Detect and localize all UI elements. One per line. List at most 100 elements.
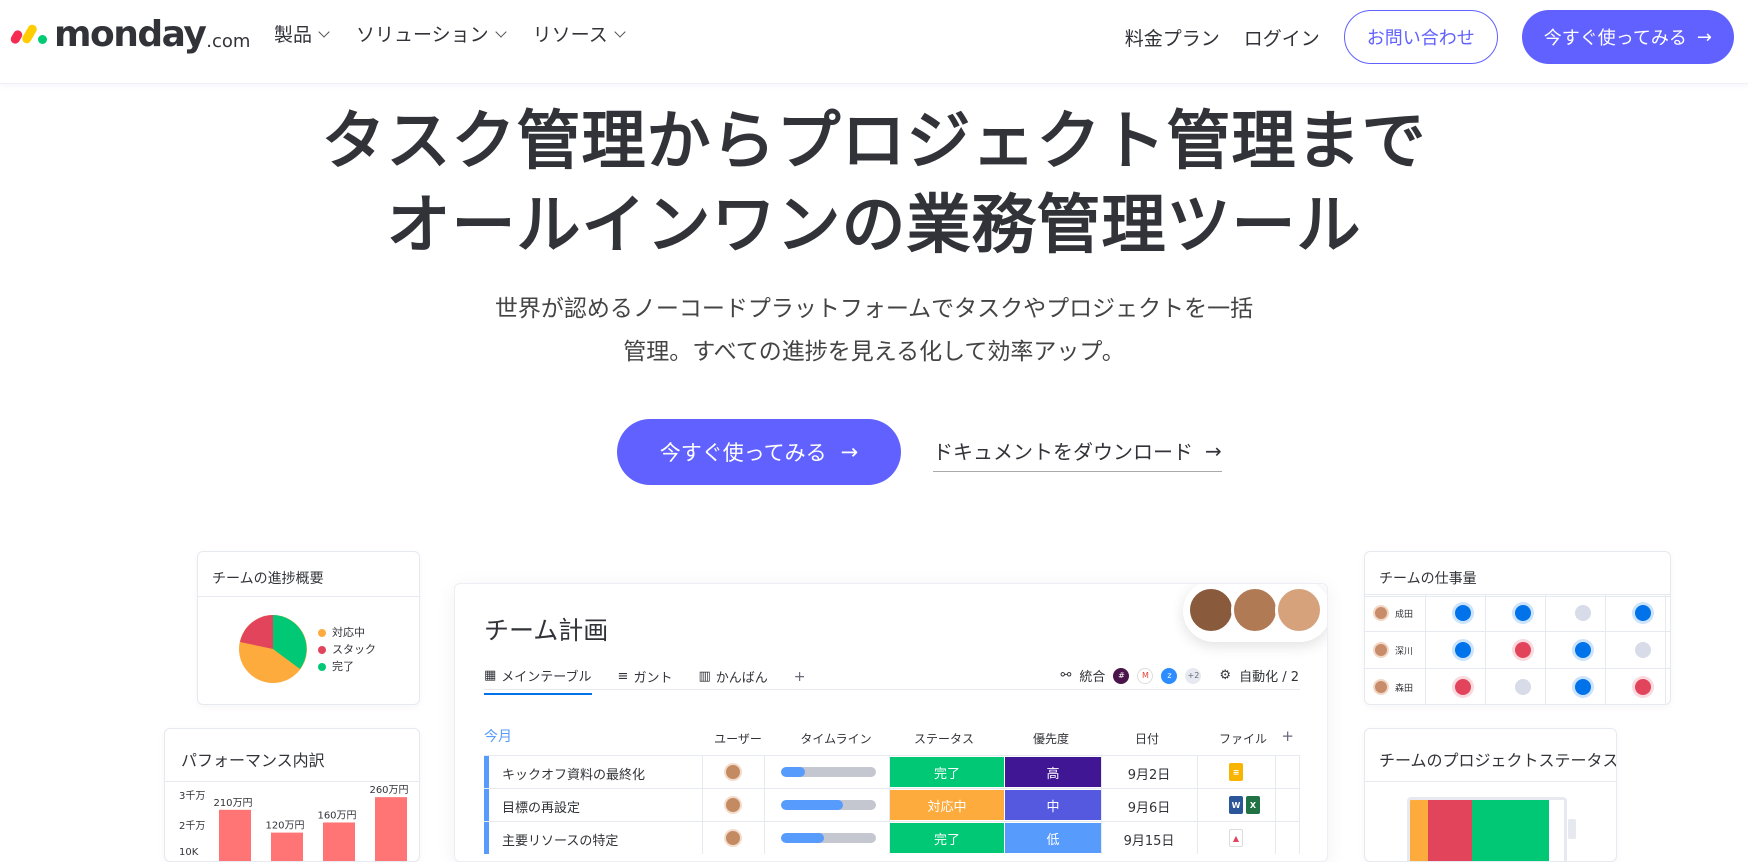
- column-header: ステータス: [913, 732, 974, 746]
- board-tools: ⚯ 統合 # M z +2 ⚙ 自動化 / 2: [1061, 666, 1299, 685]
- team-plan-board: チーム計画 ▦ メインテーブル ≡ ガント ▥ かんばん + ⚯ 統合 # M z +…: [454, 583, 1328, 862]
- workload-row: 深川: [1365, 631, 1670, 669]
- hero-headline-line2: オールインワンの業務管理ツール: [386, 189, 1362, 263]
- column-header: 日付: [1134, 732, 1159, 746]
- group-label[interactable]: 今月: [484, 726, 512, 746]
- workload-status-dot[interactable]: [1515, 642, 1531, 658]
- group-color-bar: [484, 822, 489, 854]
- bar-data-label: 260万円: [369, 785, 408, 796]
- workload-status-dot[interactable]: [1515, 605, 1531, 621]
- cell-divider: [702, 822, 703, 854]
- file-icon[interactable]: ≡: [1229, 763, 1243, 781]
- priority-pill[interactable]: 高: [1005, 757, 1101, 787]
- file-icon[interactable]: W: [1229, 796, 1243, 814]
- menu-products-label: 製品: [274, 24, 313, 46]
- logo-mark-icon: [9, 23, 47, 46]
- priority-pill[interactable]: 中: [1005, 790, 1101, 820]
- y-tick-label: 2千万: [179, 820, 205, 832]
- automate-button[interactable]: 自動化 / 2: [1239, 666, 1299, 685]
- workload-user-name: 成田: [1395, 609, 1414, 620]
- workload-status-dot[interactable]: [1575, 642, 1591, 658]
- contact-button[interactable]: お問い合わせ: [1343, 10, 1498, 64]
- workload-status-dot[interactable]: [1635, 679, 1651, 695]
- tab-main-table[interactable]: ▦ メインテーブル: [484, 666, 592, 695]
- file-icon[interactable]: ▲: [1229, 829, 1243, 847]
- get-started-label: 今すぐ使ってみる: [1543, 28, 1687, 49]
- bar: [375, 797, 407, 861]
- cell-divider: [1425, 595, 1426, 632]
- zoom-icon: z: [1161, 667, 1178, 684]
- avatar[interactable]: [724, 829, 742, 847]
- bar-data-label: 160万円: [317, 810, 356, 821]
- add-column-button[interactable]: +: [1281, 727, 1294, 745]
- hero-cta-button[interactable]: 今すぐ使ってみる →: [617, 419, 901, 485]
- priority-pill[interactable]: 低: [1005, 823, 1101, 853]
- menu-resources[interactable]: リソース: [532, 20, 626, 47]
- status-pill[interactable]: 対応中: [890, 790, 1004, 820]
- monday-logo[interactable]: monday .com: [9, 12, 250, 56]
- task-name[interactable]: キックオフ資料の最終化: [502, 764, 645, 783]
- tab-label: ガント: [633, 671, 673, 686]
- legend-dot: [318, 628, 326, 637]
- table-row[interactable]: 目標の再設定 対応中中 9月6日 W X: [484, 788, 1300, 821]
- workload-status-dot[interactable]: [1455, 605, 1471, 621]
- menu-solutions[interactable]: ソリューション: [356, 20, 507, 47]
- status-battery-bar: [1407, 797, 1567, 861]
- board-title: チーム計画: [484, 616, 609, 645]
- workload-status-dot[interactable]: [1515, 679, 1531, 695]
- cell-divider: [1605, 595, 1606, 632]
- timeline-bar[interactable]: [781, 767, 876, 777]
- get-started-button[interactable]: 今すぐ使ってみる →: [1521, 10, 1734, 64]
- cell-divider: [764, 756, 765, 788]
- integrate-button[interactable]: 統合: [1079, 666, 1105, 685]
- legend-label: 対応中: [332, 626, 365, 639]
- date-cell[interactable]: 9月2日: [1101, 764, 1197, 783]
- project-status-card: チームのプロジェクトステータス: [1364, 728, 1617, 862]
- timeline-bar[interactable]: [781, 833, 876, 843]
- cell-divider: [1275, 756, 1276, 788]
- workload-status-dot[interactable]: [1455, 642, 1471, 658]
- workload-status-dot[interactable]: [1455, 679, 1471, 695]
- avatar: [1373, 679, 1389, 695]
- pricing-link[interactable]: 料金プラン: [1125, 24, 1220, 51]
- avatar[interactable]: [724, 796, 742, 814]
- workload-status-dot[interactable]: [1635, 642, 1651, 658]
- task-name[interactable]: 主要リソースの特定: [502, 830, 618, 849]
- hero-subtitle-line2: 管理。すべての進捗を見える化して効率アップ。: [623, 339, 1125, 365]
- timeline-bar[interactable]: [781, 800, 876, 810]
- performance-bar-chart: 3千万 2千万 10K 210万円 120万円 160万円 260万円: [179, 785, 409, 861]
- status-pill[interactable]: 完了: [890, 823, 1004, 853]
- legend-dot: [318, 662, 326, 671]
- task-name[interactable]: 目標の再設定: [502, 797, 580, 816]
- table-row[interactable]: キックオフ資料の最終化 完了高 9月2日 ≡: [484, 755, 1300, 788]
- file-icon[interactable]: X: [1246, 796, 1260, 814]
- top-navbar: monday .com 製品 ソリューション リソース 料金プラン ログイン お…: [0, 0, 1748, 84]
- board-tabs: ▦ メインテーブル ≡ ガント ▥ かんばん +: [484, 666, 806, 695]
- date-cell[interactable]: 9月6日: [1101, 797, 1197, 816]
- workload-status-dot[interactable]: [1635, 605, 1651, 621]
- download-doc-link[interactable]: ドキュメントをダウンロード →: [933, 436, 1222, 472]
- status-pill[interactable]: 完了: [890, 757, 1004, 787]
- download-doc-label: ドキュメントをダウンロード: [933, 440, 1193, 464]
- avatar[interactable]: [724, 763, 742, 781]
- menu-products[interactable]: 製品: [274, 20, 330, 47]
- tab-kanban[interactable]: ▥ かんばん: [698, 666, 767, 695]
- workload-status-dot[interactable]: [1575, 605, 1591, 621]
- menu-resources-label: リソース: [532, 24, 608, 46]
- cell-divider: [1485, 595, 1486, 632]
- gantt-icon: ≡: [617, 669, 629, 684]
- cell-divider: [1299, 822, 1300, 854]
- add-view-button[interactable]: +: [794, 666, 806, 695]
- workload-user: 森田: [1373, 679, 1413, 695]
- table-row[interactable]: 主要リソースの特定 完了低 9月15日 ▲: [484, 821, 1300, 854]
- login-link[interactable]: ログイン: [1244, 24, 1320, 51]
- avatar: [1373, 605, 1389, 621]
- cell-divider: [1275, 789, 1276, 821]
- avatar: [1275, 586, 1323, 634]
- card-title: チームの進捗概要: [198, 552, 419, 597]
- cell-divider: [764, 822, 765, 854]
- workload-status-dot[interactable]: [1575, 679, 1591, 695]
- tab-gantt[interactable]: ≡ ガント: [618, 666, 673, 695]
- timeline-fill: [781, 833, 824, 843]
- date-cell[interactable]: 9月15日: [1101, 830, 1197, 849]
